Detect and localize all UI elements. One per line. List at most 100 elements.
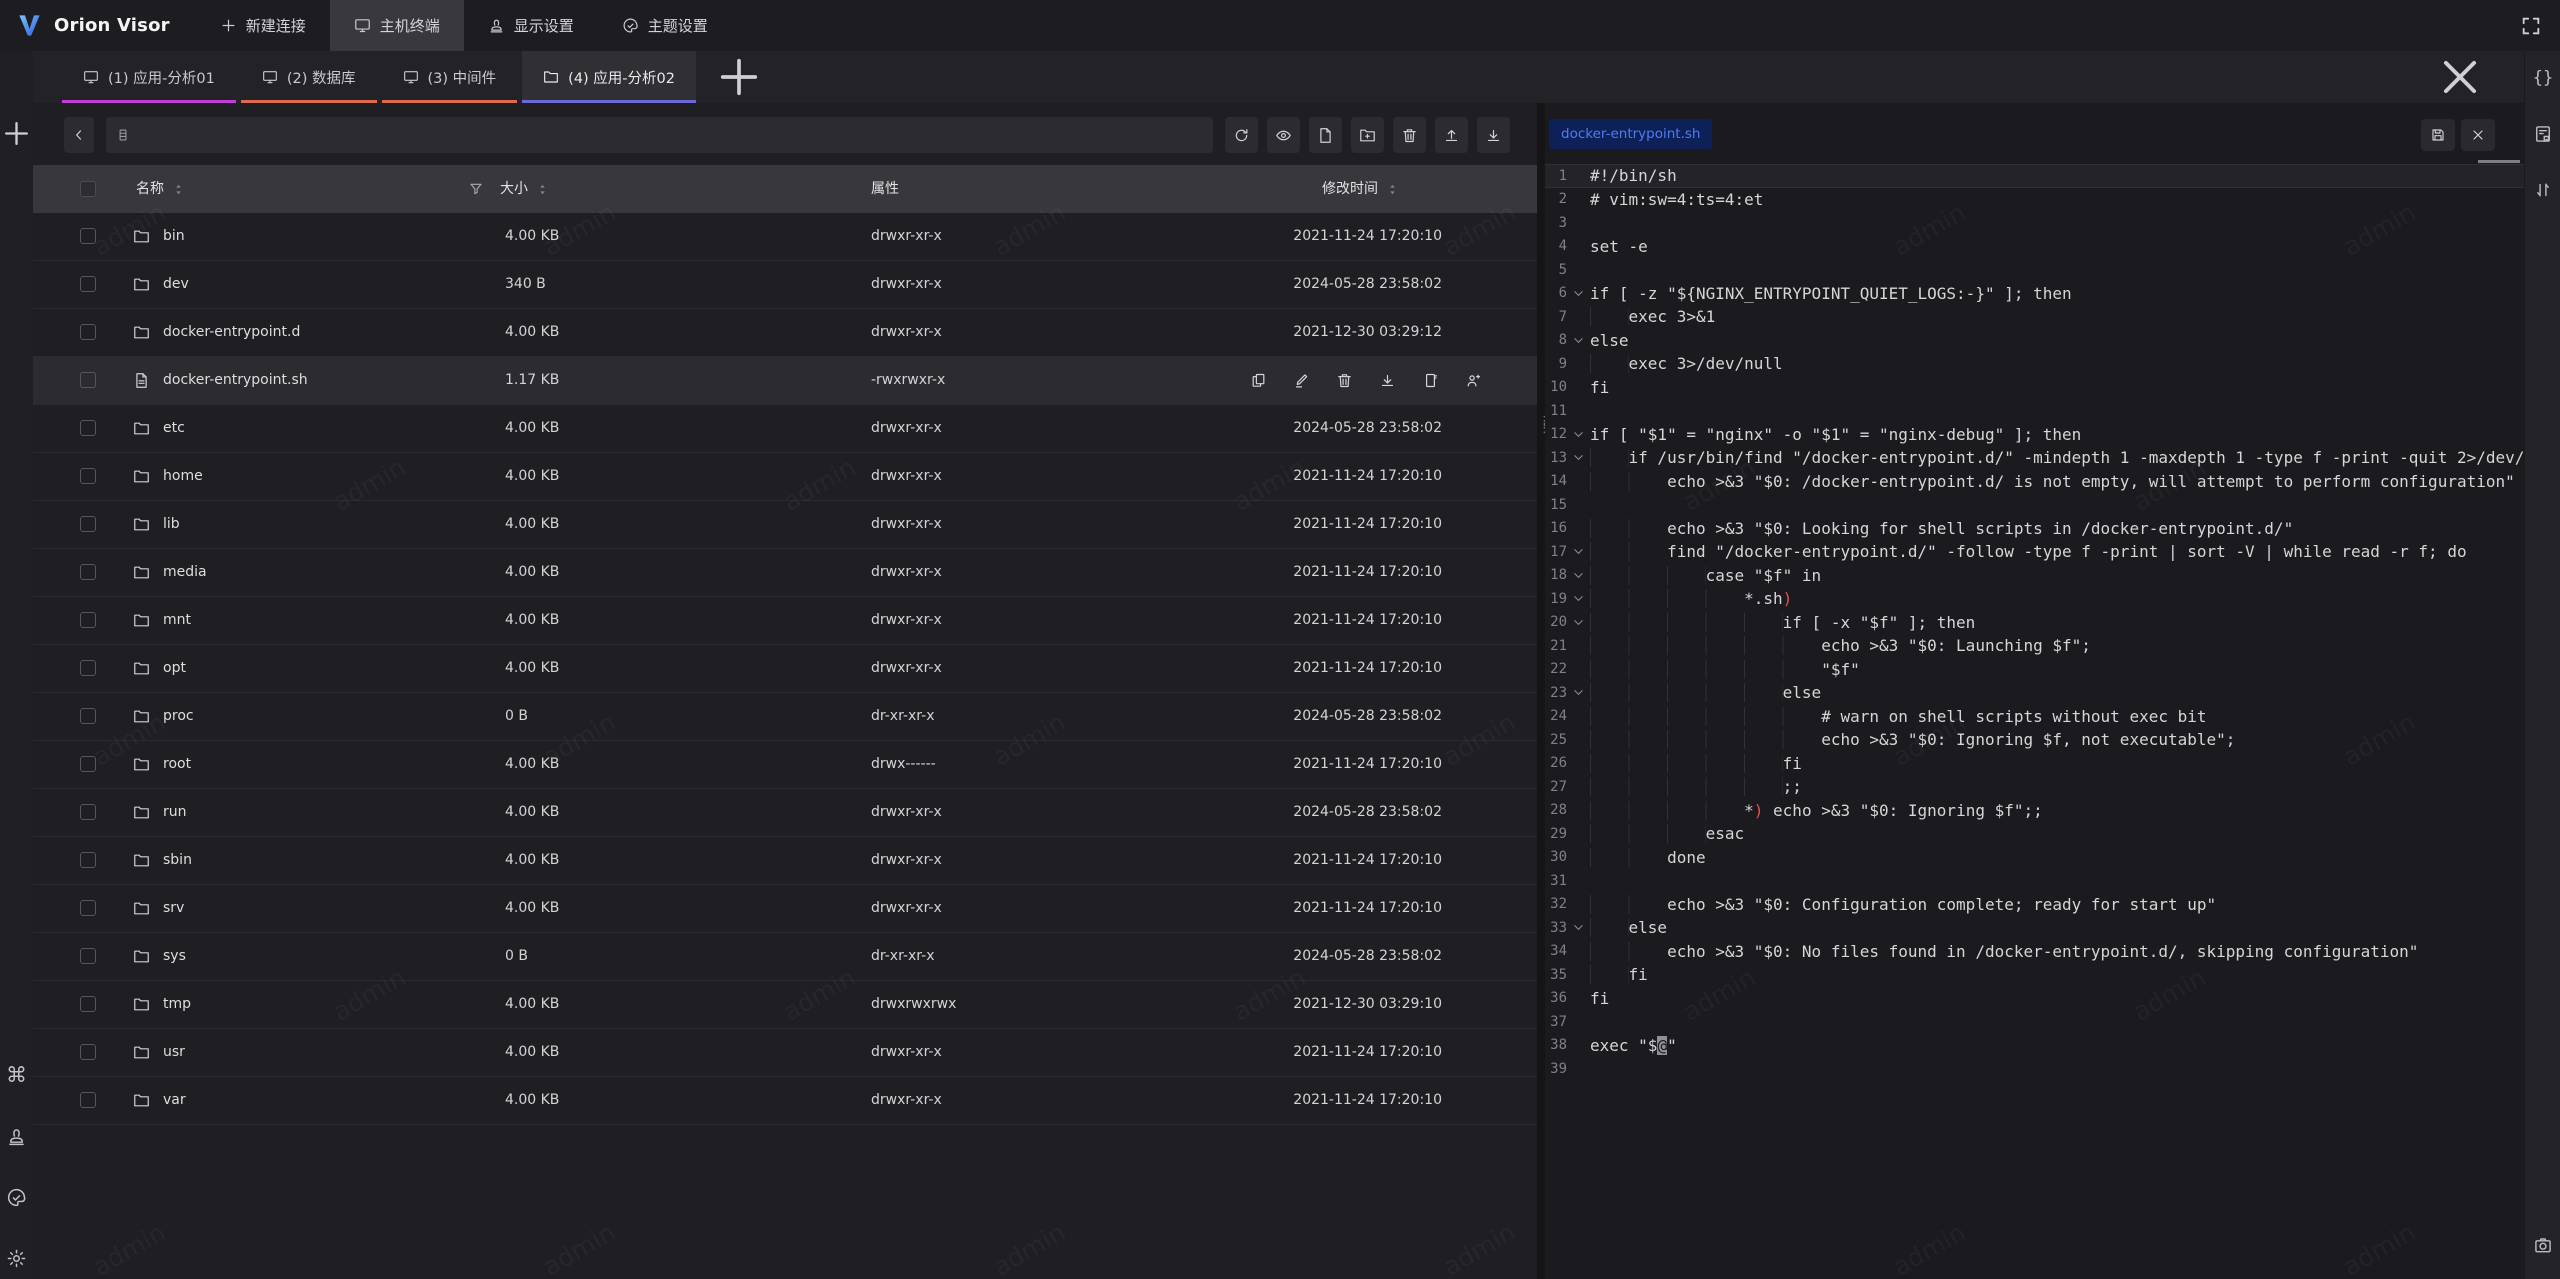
stamp-icon[interactable]: [6, 1126, 27, 1147]
sort-size-icon[interactable]: [535, 182, 550, 197]
code-line[interactable]: 2 # vim:sw=4:ts=4:et: [1545, 188, 2524, 212]
row-checkbox[interactable]: [80, 324, 96, 340]
fold-chevron-icon[interactable]: [1567, 288, 1590, 299]
row-checkbox[interactable]: [80, 1044, 96, 1060]
panel-resize-handle[interactable]: ⋮⋮⋮⋮: [1537, 103, 1545, 1279]
new-file-button[interactable]: [1309, 117, 1342, 153]
file-row[interactable]: proc 0 B dr-xr-xr-x 2024-05-28 23:58:02: [33, 693, 1537, 741]
filter-icon[interactable]: [468, 181, 484, 197]
editor-file-tag[interactable]: docker-entrypoint.sh: [1549, 119, 1712, 149]
row-checkbox[interactable]: [80, 996, 96, 1012]
fold-chevron-icon[interactable]: [1567, 429, 1590, 440]
file-name[interactable]: docker-entrypoint.d: [163, 309, 300, 356]
code-line[interactable]: 13 if /usr/bin/find "/docker-entrypoint.…: [1545, 446, 2524, 470]
row-checkbox[interactable]: [80, 612, 96, 628]
file-row[interactable]: home 4.00 KB drwxr-xr-x 2021-11-24 17:20…: [33, 453, 1537, 501]
file-name[interactable]: tmp: [163, 981, 191, 1028]
command-icon[interactable]: ⌘: [6, 1065, 27, 1086]
code-line[interactable]: 20 if [ -x "$f" ]; then: [1545, 611, 2524, 635]
code-line[interactable]: 21 echo >&3 "$0: Launching $f";: [1545, 634, 2524, 658]
fold-chevron-icon[interactable]: [1567, 687, 1590, 698]
code-line[interactable]: 10 fi: [1545, 376, 2524, 400]
column-name[interactable]: 名称: [136, 165, 186, 213]
delete-icon[interactable]: [1336, 372, 1353, 389]
braces-icon[interactable]: {}: [2533, 68, 2553, 88]
new-connection-icon[interactable]: [0, 117, 33, 150]
code-line[interactable]: 27 ;;: [1545, 775, 2524, 799]
fullscreen-icon[interactable]: [2520, 15, 2542, 37]
move-icon[interactable]: [1422, 372, 1439, 389]
back-button[interactable]: [64, 117, 94, 153]
upload-button[interactable]: [1435, 117, 1468, 153]
row-checkbox[interactable]: [80, 852, 96, 868]
row-checkbox[interactable]: [80, 948, 96, 964]
file-name[interactable]: run: [163, 789, 187, 836]
code-line[interactable]: 15: [1545, 493, 2524, 517]
code-line[interactable]: 35 fi: [1545, 963, 2524, 987]
fold-chevron-icon[interactable]: [1567, 335, 1590, 346]
code-line[interactable]: 30 done: [1545, 846, 2524, 870]
file-row[interactable]: dev 340 B drwxr-xr-x 2024-05-28 23:58:02: [33, 261, 1537, 309]
code-line[interactable]: 28 *) echo >&3 "$0: Ignoring $f";;: [1545, 799, 2524, 823]
code-line[interactable]: 9 exec 3>/dev/null: [1545, 352, 2524, 376]
code-line[interactable]: 32 echo >&3 "$0: Configuration complete;…: [1545, 893, 2524, 917]
code-line[interactable]: 25 echo >&3 "$0: Ignoring $f, not execut…: [1545, 728, 2524, 752]
code-line[interactable]: 18 case "$f" in: [1545, 564, 2524, 588]
fold-chevron-icon[interactable]: [1567, 593, 1590, 604]
code-line[interactable]: 33 else: [1545, 916, 2524, 940]
code-line[interactable]: 39: [1545, 1057, 2524, 1081]
row-checkbox[interactable]: [80, 228, 96, 244]
file-name[interactable]: sys: [163, 933, 186, 980]
file-name[interactable]: lib: [163, 501, 180, 548]
file-name[interactable]: proc: [163, 693, 194, 740]
code-line[interactable]: 31: [1545, 869, 2524, 893]
file-row[interactable]: var 4.00 KB drwxr-xr-x 2021-11-24 17:20:…: [33, 1077, 1537, 1125]
code-line[interactable]: 17 find "/docker-entrypoint.d/" -follow …: [1545, 540, 2524, 564]
row-checkbox[interactable]: [80, 468, 96, 484]
fold-chevron-icon[interactable]: [1567, 570, 1590, 581]
file-name[interactable]: root: [163, 741, 191, 788]
row-checkbox[interactable]: [80, 900, 96, 916]
close-all-tabs-icon[interactable]: [2434, 51, 2486, 103]
code-area[interactable]: 1 #!/bin/sh 2 # vim:sw=4:ts=4:et 3 4 set…: [1545, 164, 2524, 1081]
file-name[interactable]: docker-entrypoint.sh: [163, 357, 308, 404]
code-line[interactable]: 38 exec "$@": [1545, 1034, 2524, 1058]
save-file-button[interactable]: [2421, 119, 2455, 151]
code-line[interactable]: 11: [1545, 399, 2524, 423]
code-line[interactable]: 3: [1545, 211, 2524, 235]
file-row[interactable]: sys 0 B dr-xr-xr-x 2024-05-28 23:58:02: [33, 933, 1537, 981]
row-checkbox[interactable]: [80, 564, 96, 580]
file-name[interactable]: opt: [163, 645, 186, 692]
file-row[interactable]: root 4.00 KB drwx------ 2021-11-24 17:20…: [33, 741, 1537, 789]
terminal-tab-1[interactable]: (1) 应用-分析01: [62, 51, 236, 103]
path-input[interactable]: [138, 126, 1203, 144]
code-line[interactable]: 19 *.sh): [1545, 587, 2524, 611]
file-row[interactable]: lib 4.00 KB drwxr-xr-x 2021-11-24 17:20:…: [33, 501, 1537, 549]
file-name[interactable]: srv: [163, 885, 184, 932]
code-line[interactable]: 23 else: [1545, 681, 2524, 705]
file-row[interactable]: mnt 4.00 KB drwxr-xr-x 2021-11-24 17:20:…: [33, 597, 1537, 645]
row-checkbox[interactable]: [80, 276, 96, 292]
menu-new-connection[interactable]: 新建连接: [196, 0, 330, 51]
file-row[interactable]: run 4.00 KB drwxr-xr-x 2024-05-28 23:58:…: [33, 789, 1537, 837]
code-line[interactable]: 1 #!/bin/sh: [1545, 164, 2524, 188]
file-row[interactable]: docker-entrypoint.d 4.00 KB drwxr-xr-x 2…: [33, 309, 1537, 357]
fold-chevron-icon[interactable]: [1567, 617, 1590, 628]
file-name[interactable]: usr: [163, 1029, 185, 1076]
row-checkbox[interactable]: [80, 516, 96, 532]
file-row[interactable]: usr 4.00 KB drwxr-xr-x 2021-11-24 17:20:…: [33, 1029, 1537, 1077]
menu-theme-settings[interactable]: 主题设置: [598, 0, 732, 51]
code-line[interactable]: 5: [1545, 258, 2524, 282]
sort-name-icon[interactable]: [171, 182, 186, 197]
copy-icon[interactable]: [1250, 372, 1267, 389]
code-line[interactable]: 26 fi: [1545, 752, 2524, 776]
code-line[interactable]: 12 if [ "$1" = "nginx" -o "$1" = "nginx-…: [1545, 423, 2524, 447]
terminal-tab-2[interactable]: (2) 数据库: [241, 51, 377, 103]
code-line[interactable]: 22 "$f": [1545, 658, 2524, 682]
file-name[interactable]: sbin: [163, 837, 192, 884]
file-name[interactable]: etc: [163, 405, 185, 452]
row-checkbox[interactable]: [80, 804, 96, 820]
file-row[interactable]: docker-entrypoint.sh 1.17 KB -rwxrwxr-x: [33, 357, 1537, 405]
palette-icon[interactable]: [6, 1187, 27, 1208]
refresh-button[interactable]: [1225, 117, 1258, 153]
